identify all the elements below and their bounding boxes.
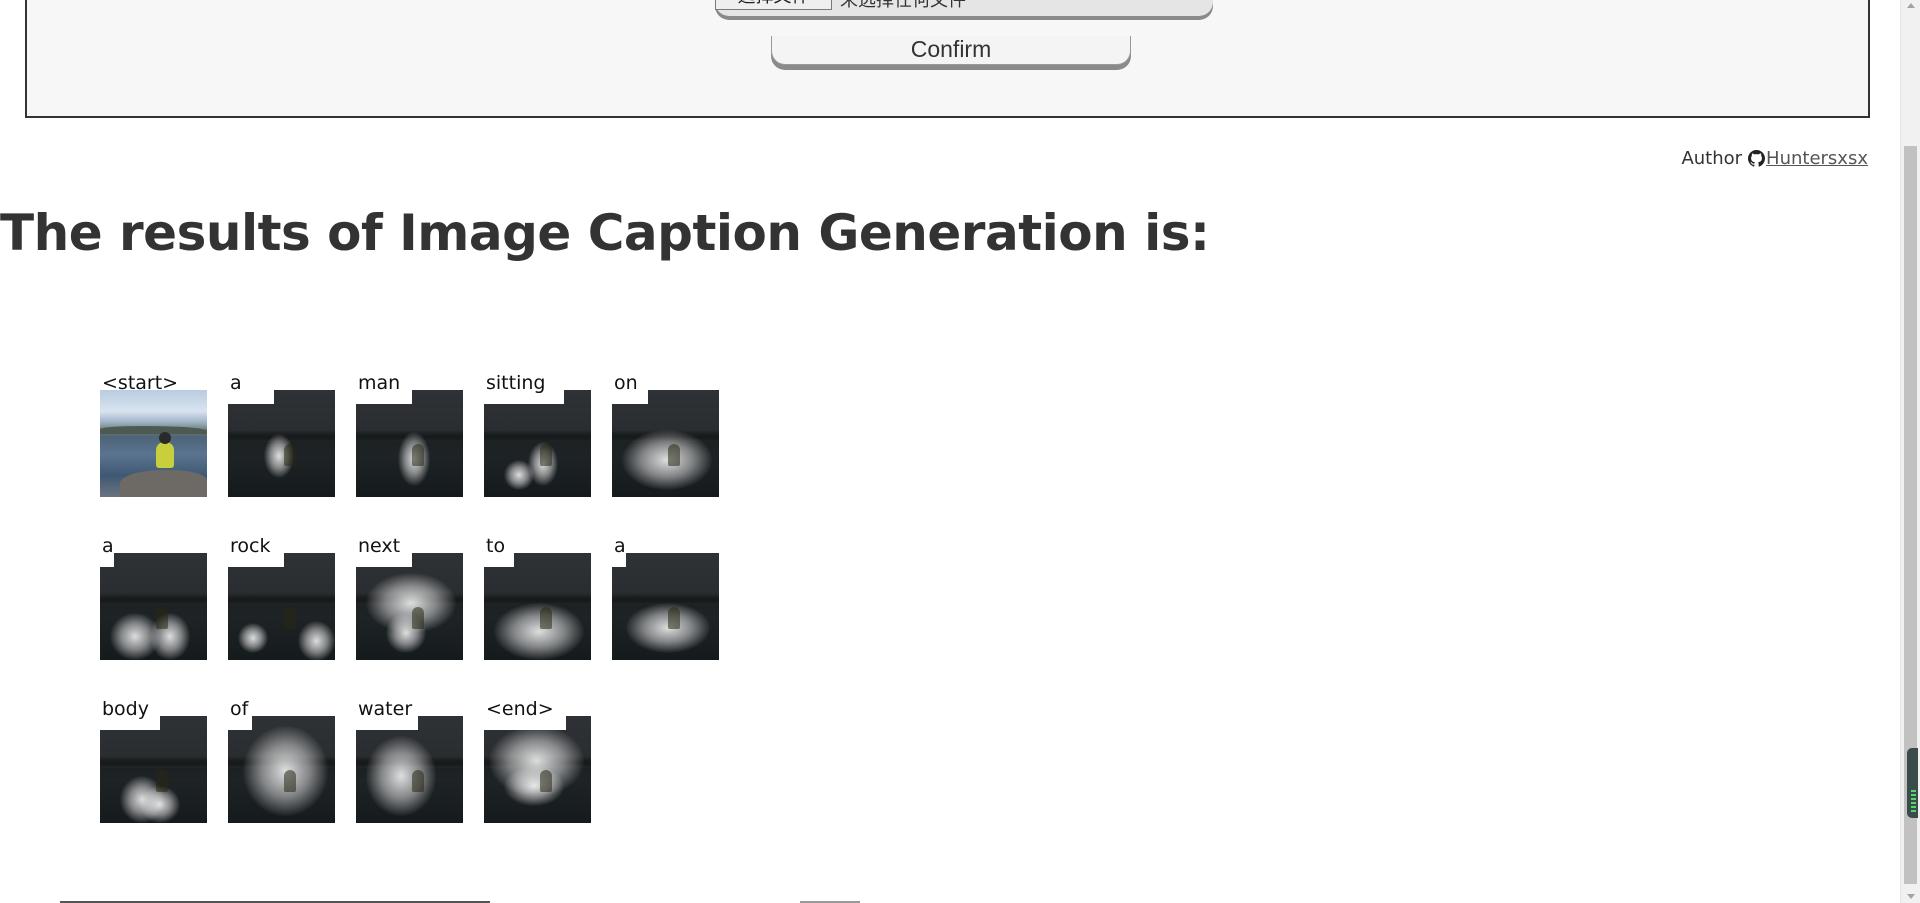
scroll-down-icon[interactable] [1907,894,1915,899]
attention-cell: <start> [100,372,207,503]
page: 选择文件 未选择任何文件 Confirm Author Huntersxsx T… [0,0,1920,903]
attention-cell: body [100,698,207,829]
attention-cell: rock [228,535,335,666]
file-status-text: 未选择任何文件 [840,0,966,11]
confirm-button[interactable]: Confirm [771,36,1131,65]
upload-panel: 选择文件 未选择任何文件 Confirm [25,0,1870,118]
attention-cell: <end> [484,698,591,829]
attention-cell: sitting [484,372,591,503]
caption-word: <start> [102,372,179,394]
caption-word: on [614,372,638,394]
attention-map-image [612,390,719,497]
caption-word: a [102,535,114,557]
scroll-up-icon[interactable] [1907,3,1915,8]
author-link[interactable]: Huntersxsx [1766,148,1868,169]
results-heading: The results of Image Caption Generation … [0,204,1210,262]
attention-cell: on [612,372,719,503]
caption-word: <end> [486,698,554,720]
caption-word: next [358,535,401,557]
attention-map-image [100,716,207,823]
author-credit: Author Huntersxsx [1681,148,1868,169]
caption-word: water [358,698,413,720]
attention-cell: a [100,535,207,666]
attention-map-image [356,716,463,823]
caption-word: sitting [486,372,546,394]
author-label: Author [1681,148,1743,169]
attention-cell: a [612,535,719,666]
attention-map-image [484,716,591,823]
attention-map-image [228,390,335,497]
attention-cell: next [356,535,463,666]
attention-map-image [356,390,463,497]
attention-map-image [228,716,335,823]
file-picker[interactable]: 选择文件 未选择任何文件 [715,0,1213,16]
choose-file-button[interactable]: 选择文件 [715,0,832,10]
caption-word: a [614,535,626,557]
attention-grid: <start> a man sitting on a rock next to a body of wa… [100,372,719,861]
caption-word: to [486,535,506,557]
signal-bars-icon [1911,790,1916,812]
caption-word: of [230,698,249,720]
attention-map-image [484,553,591,660]
original-image [100,390,207,497]
attention-cell: a [228,372,335,503]
caption-word: rock [230,535,271,557]
attention-cell: of [228,698,335,829]
github-icon [1748,150,1766,167]
attention-cell: to [484,535,591,666]
attention-map-image [484,390,591,497]
caption-word: a [230,372,242,394]
caption-word: man [358,372,401,394]
attention-map-image [612,553,719,660]
attention-cell: water [356,698,463,829]
caption-word: body [102,698,149,720]
attention-cell: man [356,372,463,503]
attention-map-image [356,553,463,660]
attention-map-image [228,553,335,660]
attention-map-image [100,553,207,660]
